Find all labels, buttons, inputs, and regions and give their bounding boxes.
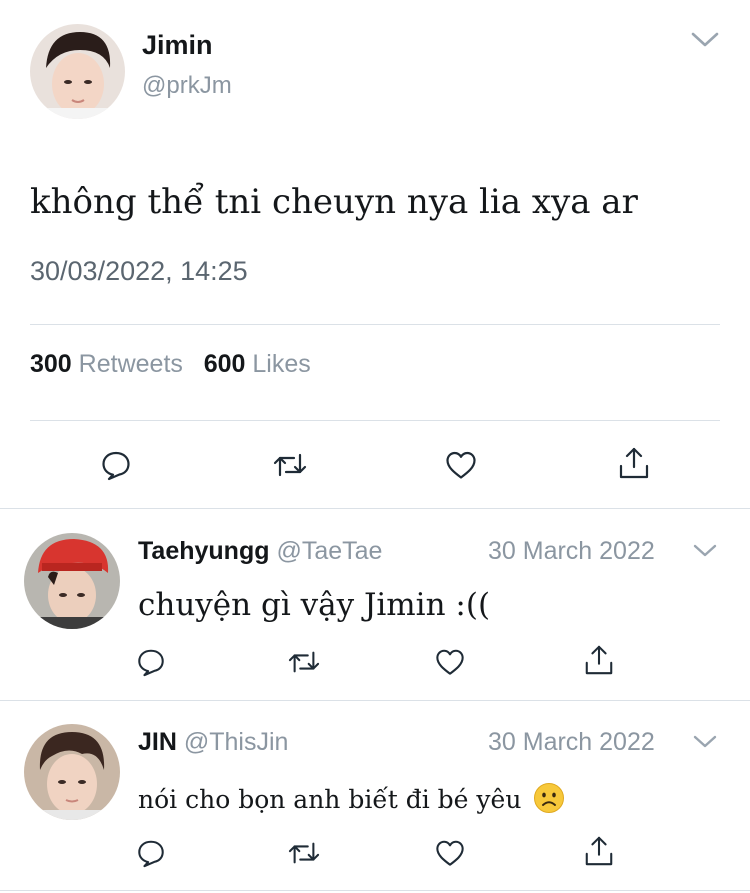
like-count[interactable]: 600: [204, 350, 246, 378]
retweet-count[interactable]: 300: [30, 350, 72, 378]
share-button[interactable]: [579, 640, 619, 680]
user-handle[interactable]: @TaeTae: [276, 537, 382, 565]
divider: [0, 700, 750, 701]
chevron-down-icon: [693, 544, 717, 557]
reply-text-wrapper: nói cho bọn anh biết đi bé yêu: [138, 782, 565, 814]
reply-header: JIN @ThisJin: [138, 728, 288, 757]
avatar[interactable]: [30, 24, 125, 119]
frowning-face-icon: [534, 783, 565, 813]
comment-icon: [102, 451, 130, 481]
reply-button[interactable]: [131, 833, 171, 873]
reply-text: chuyện gì vậy Jimin :((: [138, 587, 491, 623]
retweet-icon: [288, 651, 320, 673]
display-name[interactable]: Taehyungg: [138, 537, 269, 565]
reply-menu-button[interactable]: [692, 542, 718, 565]
chevron-down-icon: [691, 32, 719, 47]
tweet-menu-button[interactable]: [690, 28, 720, 55]
comment-icon: [138, 840, 164, 868]
share-button[interactable]: [579, 831, 619, 871]
reply-menu-button[interactable]: [692, 733, 718, 756]
divider: [0, 508, 750, 509]
tweet-timestamp[interactable]: 30/03/2022, 14:25: [30, 256, 248, 287]
divider: [30, 420, 720, 421]
tweet-text: không thể tni cheuyn nya lia xya ar: [30, 182, 638, 222]
share-icon: [619, 447, 649, 479]
reply-header: Taehyungg @TaeTae: [138, 537, 382, 566]
retweet-icon: [288, 842, 320, 864]
display-name[interactable]: JIN: [138, 728, 177, 756]
heart-icon: [436, 840, 464, 866]
retweet-button[interactable]: [284, 833, 324, 873]
user-handle[interactable]: @prkJm: [142, 72, 232, 100]
tweet-stats: 300 Retweets 600 Likes: [30, 350, 311, 379]
avatar[interactable]: [24, 533, 120, 629]
like-button[interactable]: [441, 445, 481, 485]
like-button[interactable]: [430, 642, 470, 682]
comment-icon: [138, 649, 164, 677]
like-button[interactable]: [430, 833, 470, 873]
share-icon: [585, 645, 613, 675]
share-icon: [585, 836, 613, 866]
display-name[interactable]: Jimin: [142, 30, 213, 61]
retweets-label[interactable]: Retweets: [79, 350, 183, 378]
retweet-button[interactable]: [270, 445, 310, 485]
heart-icon: [436, 649, 464, 675]
divider: [30, 324, 720, 325]
user-handle[interactable]: @ThisJin: [184, 728, 289, 756]
retweet-icon: [273, 453, 307, 477]
chevron-down-icon: [693, 735, 717, 748]
reply-button[interactable]: [131, 642, 171, 682]
share-button[interactable]: [614, 443, 654, 483]
reply-date[interactable]: 30 March 2022: [488, 537, 655, 566]
heart-icon: [446, 451, 476, 479]
reply-text: nói cho bọn anh biết đi bé yêu: [138, 785, 522, 814]
likes-label[interactable]: Likes: [252, 350, 310, 378]
reply-date[interactable]: 30 March 2022: [488, 728, 655, 757]
avatar[interactable]: [24, 724, 120, 820]
retweet-button[interactable]: [284, 642, 324, 682]
divider: [0, 890, 750, 891]
reply-button[interactable]: [96, 445, 136, 485]
